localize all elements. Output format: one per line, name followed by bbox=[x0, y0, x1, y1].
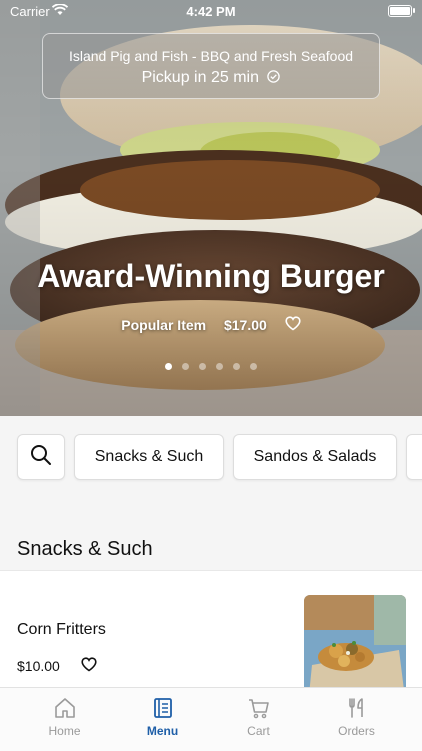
carousel-dot[interactable] bbox=[250, 363, 257, 370]
featured-hero[interactable]: Carrier 4:42 PM Island Pig and Fish - BB… bbox=[0, 0, 422, 416]
featured-tag: Popular Item bbox=[121, 317, 207, 334]
category-chip-snacks[interactable]: Snacks & Such bbox=[74, 434, 224, 480]
category-chip-next[interactable] bbox=[406, 434, 422, 480]
carousel-dot[interactable] bbox=[199, 363, 206, 370]
carousel-indicator[interactable] bbox=[0, 357, 422, 375]
tab-cart-label: Cart bbox=[247, 724, 270, 738]
carousel-dot[interactable] bbox=[233, 363, 240, 370]
pickup-info-card[interactable]: Island Pig and Fish - BBQ and Fresh Seaf… bbox=[42, 33, 380, 99]
category-chip-sandos[interactable]: Sandos & Salads bbox=[233, 434, 397, 480]
menu-item-card[interactable]: Corn Fritters $10.00 bbox=[0, 570, 422, 701]
utensils-icon bbox=[304, 696, 409, 720]
tab-menu-label: Menu bbox=[146, 724, 179, 738]
tab-menu[interactable]: Menu bbox=[110, 696, 215, 738]
item-name: Corn Fritters bbox=[17, 621, 106, 638]
pickup-time: Pickup in 25 min bbox=[43, 69, 379, 88]
featured-meta: Popular Item $17.00 bbox=[0, 316, 422, 334]
battery-icon bbox=[388, 5, 415, 17]
clock: 4:42 PM bbox=[186, 4, 236, 19]
favorite-heart-icon[interactable] bbox=[285, 316, 301, 334]
carousel-dot[interactable] bbox=[216, 363, 223, 370]
home-icon bbox=[12, 696, 117, 720]
pickup-time-label: Pickup in 25 min bbox=[141, 69, 259, 86]
tab-bar: Home Menu Cart Orders bbox=[0, 687, 422, 751]
item-price: $10.00 bbox=[17, 658, 60, 674]
tab-home-label: Home bbox=[48, 724, 81, 738]
category-bar: Snacks & Such Sandos & Salads bbox=[0, 416, 422, 508]
tab-home[interactable]: Home bbox=[12, 696, 117, 738]
search-icon bbox=[30, 444, 52, 471]
carousel-dot[interactable] bbox=[165, 363, 172, 370]
tab-orders-label: Orders bbox=[338, 724, 375, 738]
menu-icon bbox=[110, 696, 215, 720]
tab-cart[interactable]: Cart bbox=[206, 696, 311, 738]
favorite-heart-icon[interactable] bbox=[81, 657, 97, 677]
section-title: Snacks & Such bbox=[17, 538, 153, 560]
featured-price: $17.00 bbox=[223, 317, 267, 334]
restaurant-name: Island Pig and Fish - BBQ and Fresh Seaf… bbox=[68, 48, 354, 64]
cart-icon bbox=[206, 696, 311, 720]
status-bar: Carrier 4:42 PM bbox=[0, 0, 422, 22]
search-button[interactable] bbox=[17, 434, 65, 480]
featured-title: Award-Winning Burger bbox=[37, 258, 385, 294]
tab-orders[interactable]: Orders bbox=[304, 696, 409, 738]
check-circle-icon bbox=[267, 70, 281, 88]
carousel-dot[interactable] bbox=[182, 363, 189, 370]
item-photo[interactable] bbox=[304, 595, 406, 695]
